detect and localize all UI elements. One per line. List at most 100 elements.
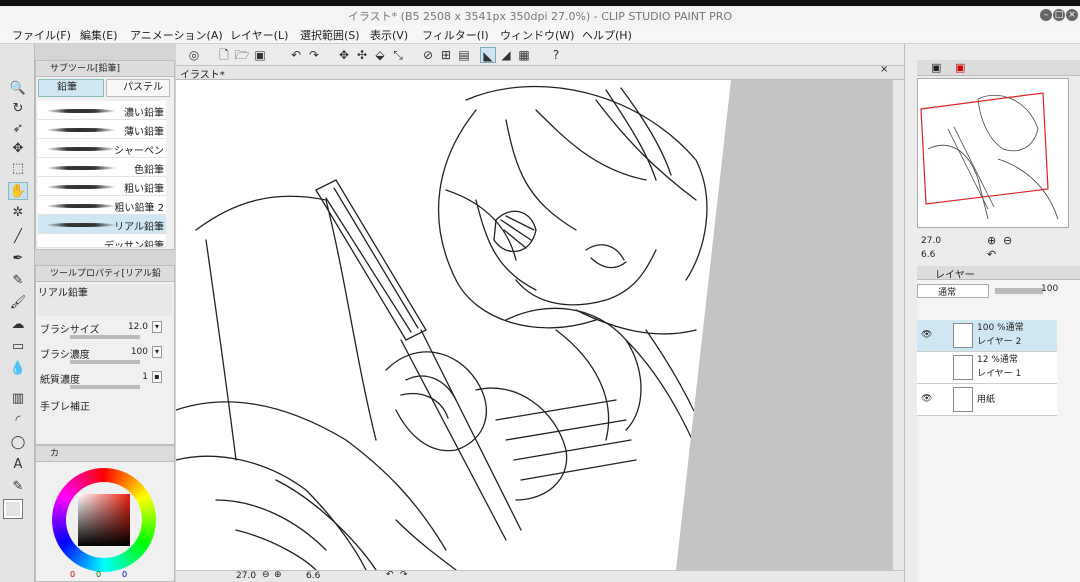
zoom-icon[interactable]: 🔍 [8, 80, 28, 98]
navigator-active-tab-icon[interactable]: ▣ [955, 61, 965, 74]
brush-density-row[interactable]: ブラシ濃度 100 ▾ [40, 346, 172, 368]
tool-palette: 🔍 ↻ ➶ ✥ ⬚ ✋ ✲ ╱ ✒ ✎ 🖌 ☁ ▭ 💧 ▥ ◜ ◯ A ✎ [0, 44, 35, 582]
navigator-angle-value: 6.6 [921, 250, 936, 260]
brush-item[interactable]: リアル鉛筆 [38, 215, 166, 234]
canvas-tab[interactable]: イラスト* [180, 66, 225, 81]
new-file-icon[interactable]: 🗋 [216, 47, 232, 63]
layer-row[interactable]: 12 %通常 レイヤー 1 [917, 352, 1057, 384]
ellipse-icon[interactable]: ◯ [8, 434, 28, 452]
opacity-slider[interactable] [995, 288, 1043, 294]
clear-outside-icon[interactable]: ✣ [354, 47, 370, 63]
undo-icon[interactable]: ↶ [288, 47, 304, 63]
gradient-icon[interactable]: ▥ [8, 390, 28, 408]
navigator-rotate-icon[interactable]: ↶ [987, 248, 996, 261]
navigator-preview[interactable] [917, 78, 1069, 228]
subtool-panel: サブツール[鉛筆] 鉛筆 パステル 濃い鉛筆 薄い鉛筆 シャーペン 色鉛筆 粗い… [35, 60, 175, 250]
pencil-icon[interactable]: ✎ [8, 272, 28, 290]
move-icon[interactable]: ✥ [8, 140, 28, 158]
redo-icon[interactable]: ↷ [306, 47, 322, 63]
saturation-value-square[interactable] [78, 494, 130, 546]
snap-special-ruler-icon[interactable]: ◢ [498, 47, 514, 63]
tab-pencil[interactable]: 鉛筆 [38, 79, 104, 97]
visibility-eye-icon[interactable]: 👁 [921, 394, 932, 404]
prop-value: 12.0 [127, 322, 148, 332]
snap-ruler-icon[interactable]: ◣ [480, 47, 496, 63]
tab-pastel[interactable]: パステル [106, 79, 170, 97]
layer-tab[interactable]: レイヤー [935, 266, 975, 281]
spin-icon[interactable]: ▾ [152, 321, 162, 333]
menu-select[interactable]: 選択範囲(S) [300, 27, 360, 43]
canvas-vertical-scrollbar[interactable] [892, 80, 904, 570]
clear-icon[interactable]: ✥ [336, 47, 352, 63]
menu-filter[interactable]: フィルター(I) [422, 27, 489, 43]
zoom-out-icon[interactable]: ⊖ [262, 570, 270, 580]
rotate-icon[interactable]: ↻ [8, 100, 28, 118]
snap-grid-icon[interactable]: ▦ [516, 47, 532, 63]
color-wheel[interactable] [52, 468, 156, 572]
brush-item[interactable]: 薄い鉛筆 [38, 120, 166, 139]
menu-window[interactable]: ウィンドウ(W) [500, 27, 574, 43]
navigator-zoom-out-icon[interactable]: ⊖ [1003, 234, 1012, 247]
menu-file[interactable]: ファイル(F) [12, 27, 71, 43]
text-icon[interactable]: A [8, 456, 28, 474]
brush-item[interactable]: 色鉛筆 [38, 158, 166, 177]
drawing-paper[interactable] [176, 80, 731, 570]
balloon-icon[interactable]: ✎ [8, 478, 28, 496]
select-rect-icon[interactable]: ⬚ [8, 160, 28, 178]
brush-item[interactable]: デッサン鉛筆 [38, 234, 166, 248]
airbrush-icon[interactable]: ☁ [8, 316, 28, 334]
zoom-value: 27.0 [236, 571, 257, 581]
brush-item[interactable]: 粗い鉛筆 [38, 177, 166, 196]
tab-close-icon[interactable]: × [880, 64, 888, 75]
deselect-icon[interactable]: ⊘ [420, 47, 436, 63]
operation-icon[interactable]: ➶ [8, 120, 28, 138]
selection-show-icon[interactable]: ▤ [456, 47, 472, 63]
blend-icon[interactable]: 💧 [8, 360, 28, 378]
layer-row[interactable]: 👁 用紙 [917, 384, 1057, 416]
rotate-left-icon[interactable]: ↶ [386, 570, 394, 580]
stabilization-row[interactable]: 手ブレ補正 [40, 398, 172, 420]
paper-density-row[interactable]: 紙質濃度 1 ▪ [40, 371, 172, 393]
layer-row[interactable]: 👁 100 %通常 レイヤー 2 [917, 320, 1057, 352]
brush-item[interactable]: シャーペン [38, 139, 166, 158]
brush-size-row[interactable]: ブラシサイズ 12.0 ▾ [40, 321, 172, 343]
navigator-tab-icon[interactable]: ▣ [931, 61, 941, 74]
lasso-icon[interactable]: ✋ [8, 182, 28, 200]
clip-studio-icon[interactable]: ◎ [186, 47, 202, 63]
eyedropper-icon[interactable]: ╱ [8, 228, 28, 246]
command-bar: ◎ 🗋 🗁 ▣ ↶ ↷ ✥ ✣ ⬙ ⤡ ⊘ ⊞ ▤ ◣ ◢ ▦ ? [176, 44, 904, 66]
navigator-zoom-in-icon[interactable]: ⊕ [987, 234, 996, 247]
auto-select-icon[interactable]: ✲ [8, 204, 28, 222]
figure-icon[interactable]: ◜ [8, 412, 28, 430]
menu-layer[interactable]: レイヤー(L) [230, 27, 288, 43]
menu-view[interactable]: 表示(V) [370, 27, 408, 43]
rotate-right-icon[interactable]: ↷ [400, 570, 408, 580]
invert-selection-icon[interactable]: ⊞ [438, 47, 454, 63]
status-bar: 27.0 ⊖ ⊕ 6.6 ↶ ↷ [176, 570, 904, 582]
brush-icon[interactable]: 🖌 [8, 294, 28, 312]
pen-icon[interactable]: ✒ [8, 250, 28, 268]
maximize-button[interactable]: □ [1053, 9, 1065, 21]
visibility-eye-icon[interactable]: 👁 [921, 330, 932, 340]
help-icon[interactable]: ? [548, 47, 564, 63]
brush-item[interactable]: 濃い鉛筆 [38, 101, 166, 120]
brush-item[interactable]: 粗い鉛筆 2 [38, 196, 166, 215]
green-value: 0 [96, 570, 102, 579]
open-file-icon[interactable]: 🗁 [234, 47, 250, 63]
zoom-in-icon[interactable]: ⊕ [274, 570, 282, 580]
menu-edit[interactable]: 編集(E) [80, 27, 118, 43]
spin-icon[interactable]: ▪ [152, 371, 162, 383]
color-tab[interactable]: カ [36, 446, 174, 462]
blend-mode-select[interactable]: 通常 [917, 284, 989, 298]
minimize-button[interactable]: – [1040, 9, 1052, 21]
menu-animation[interactable]: アニメーション(A) [130, 27, 223, 43]
fill-icon[interactable]: ⬙ [372, 47, 388, 63]
spin-icon[interactable]: ▾ [152, 346, 162, 358]
transform-icon[interactable]: ⤡ [390, 47, 406, 63]
main-color-swatch[interactable] [3, 499, 23, 519]
menu-help[interactable]: ヘルプ(H) [582, 27, 632, 43]
close-button[interactable]: × [1066, 9, 1078, 21]
eraser-icon[interactable]: ▭ [8, 338, 28, 356]
save-icon[interactable]: ▣ [252, 47, 268, 63]
canvas-area[interactable] [176, 80, 892, 570]
